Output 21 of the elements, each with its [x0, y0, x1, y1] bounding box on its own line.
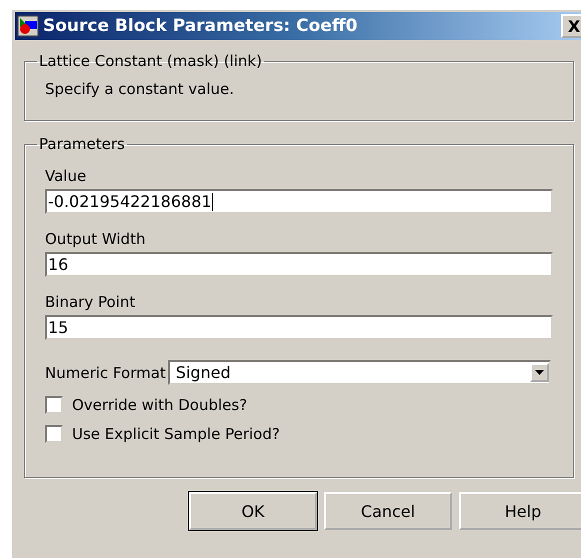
field-label: Output Width — [45, 230, 146, 248]
field-label: Numeric Format — [45, 364, 166, 382]
checkbox-label: Override with Doubles? — [72, 396, 248, 414]
checkbox[interactable] — [45, 396, 63, 414]
group-title: Parameters — [38, 135, 126, 153]
description-text: Specify a constant value. — [45, 79, 236, 100]
close-button[interactable]: X — [561, 14, 581, 38]
dropdown[interactable]: Signed — [168, 360, 551, 385]
input-field[interactable]: 16 — [45, 252, 553, 277]
group-title: Lattice Constant (mask) (link) — [38, 52, 263, 70]
dialog-button[interactable]: OK — [189, 492, 317, 530]
dialog-button[interactable]: Help — [459, 492, 581, 530]
checkbox[interactable] — [45, 425, 63, 443]
input-field[interactable]: 15 — [45, 315, 553, 340]
window-title: Source Block Parameters: Coeff0 — [43, 16, 358, 36]
checkbox-label: Use Explicit Sample Period? — [72, 425, 280, 443]
dialog-button[interactable]: Cancel — [324, 492, 452, 530]
input-field[interactable]: -0.02195422186881 — [45, 189, 553, 214]
field-label: Binary Point — [45, 293, 136, 311]
field-label: Value — [45, 167, 88, 185]
block-icon — [17, 15, 39, 37]
